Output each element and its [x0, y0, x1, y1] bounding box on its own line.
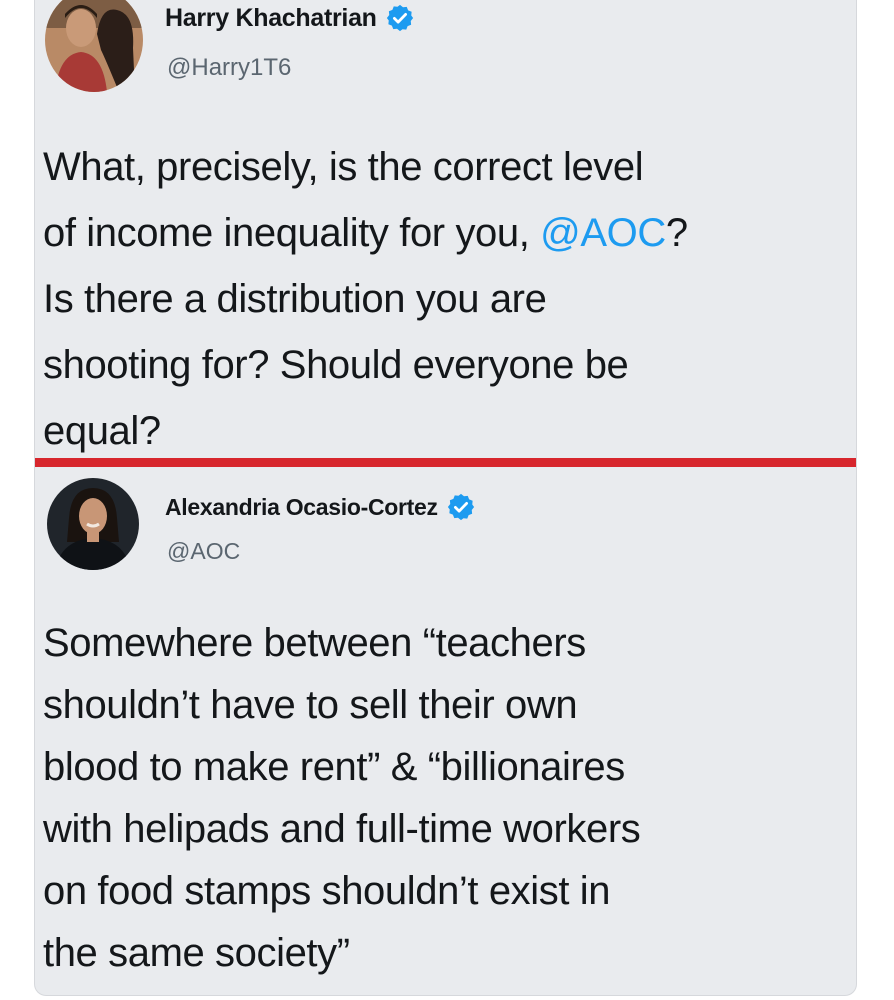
body-line: with helipads and full-time workers	[43, 807, 641, 851]
tweet-aoc[interactable]: Alexandria Ocasio-Cortez @AOC Somewhere …	[35, 470, 856, 995]
body-line: blood to make rent” & “billionaires	[43, 745, 625, 789]
body-line: Is there a distribution you are	[43, 277, 547, 321]
body-line-with-mention: of income inequality for you, @AOC?	[43, 200, 688, 266]
screenshot-frame: Harry Khachatrian @Harry1T6 What, precis…	[34, 0, 857, 996]
handle[interactable]: @Harry1T6	[167, 54, 291, 82]
tweet-body: Somewhere between “teachers shouldn’t ha…	[43, 612, 641, 984]
red-divider	[35, 458, 856, 467]
handle[interactable]: @AOC	[167, 538, 240, 565]
name-row-harry: Harry Khachatrian	[165, 3, 415, 33]
body-line: on food stamps shouldn’t exist in	[43, 869, 611, 913]
profile-photo-icon	[47, 478, 139, 570]
body-line: shooting for? Should everyone be	[43, 343, 629, 387]
profile-photo-icon	[45, 0, 143, 92]
mention-suffix: ?	[665, 211, 688, 255]
display-name[interactable]: Harry Khachatrian	[165, 4, 377, 33]
verified-badge-icon	[385, 3, 415, 33]
body-line: of income inequality for you,	[43, 211, 541, 255]
tweet-harry[interactable]: Harry Khachatrian @Harry1T6 What, precis…	[35, 0, 856, 458]
body-line: shouldn’t have to sell their own	[43, 683, 578, 727]
body-line: the same society”	[43, 931, 350, 975]
tweet-body: What, precisely, is the correct level of…	[43, 134, 688, 464]
mention-link[interactable]: @AOC	[540, 211, 666, 255]
verified-badge-icon	[446, 492, 476, 522]
body-line: Somewhere between “teachers	[43, 621, 586, 665]
body-line: equal?	[43, 409, 161, 453]
name-row-aoc: Alexandria Ocasio-Cortez	[165, 492, 476, 522]
avatar-harry[interactable]	[45, 0, 143, 92]
display-name[interactable]: Alexandria Ocasio-Cortez	[165, 494, 438, 521]
avatar-aoc[interactable]	[47, 478, 139, 570]
body-line: What, precisely, is the correct level	[43, 145, 644, 189]
